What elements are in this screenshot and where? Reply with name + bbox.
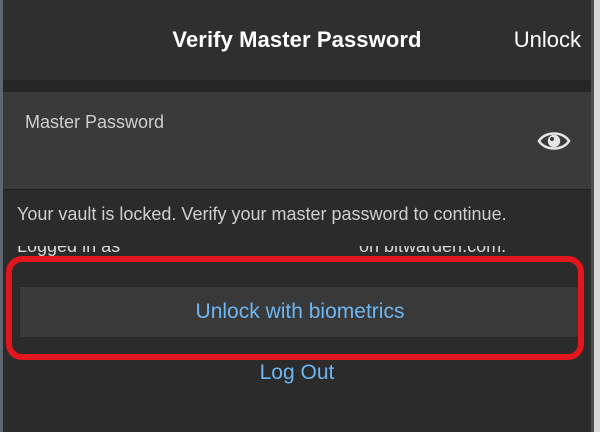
vault-locked-message: Your vault is locked. Verify your master… bbox=[17, 204, 507, 224]
master-password-label: Master Password bbox=[25, 112, 165, 132]
logged-in-as-prefix: Logged in as bbox=[17, 246, 121, 256]
header-bar: Verify Master Password Unlock bbox=[3, 0, 591, 81]
logout-link[interactable]: Log Out bbox=[260, 358, 335, 384]
eye-icon[interactable] bbox=[537, 128, 571, 154]
logged-in-as-line: Logged in as on bitwarden.com. bbox=[17, 246, 577, 268]
header-spacer bbox=[3, 80, 591, 92]
unlock-with-biometrics-button[interactable]: Unlock with biometrics bbox=[19, 286, 581, 338]
content-area: Your vault is locked. Verify your master… bbox=[3, 190, 591, 432]
page-title: Verify Master Password bbox=[172, 27, 422, 52]
logged-in-as-suffix: on bitwarden.com. bbox=[359, 246, 507, 256]
master-password-field[interactable]: Master Password bbox=[3, 92, 591, 190]
logout-container: Log Out bbox=[3, 358, 591, 384]
unlock-button[interactable]: Unlock bbox=[514, 27, 581, 53]
window-edge-right bbox=[594, 0, 600, 432]
